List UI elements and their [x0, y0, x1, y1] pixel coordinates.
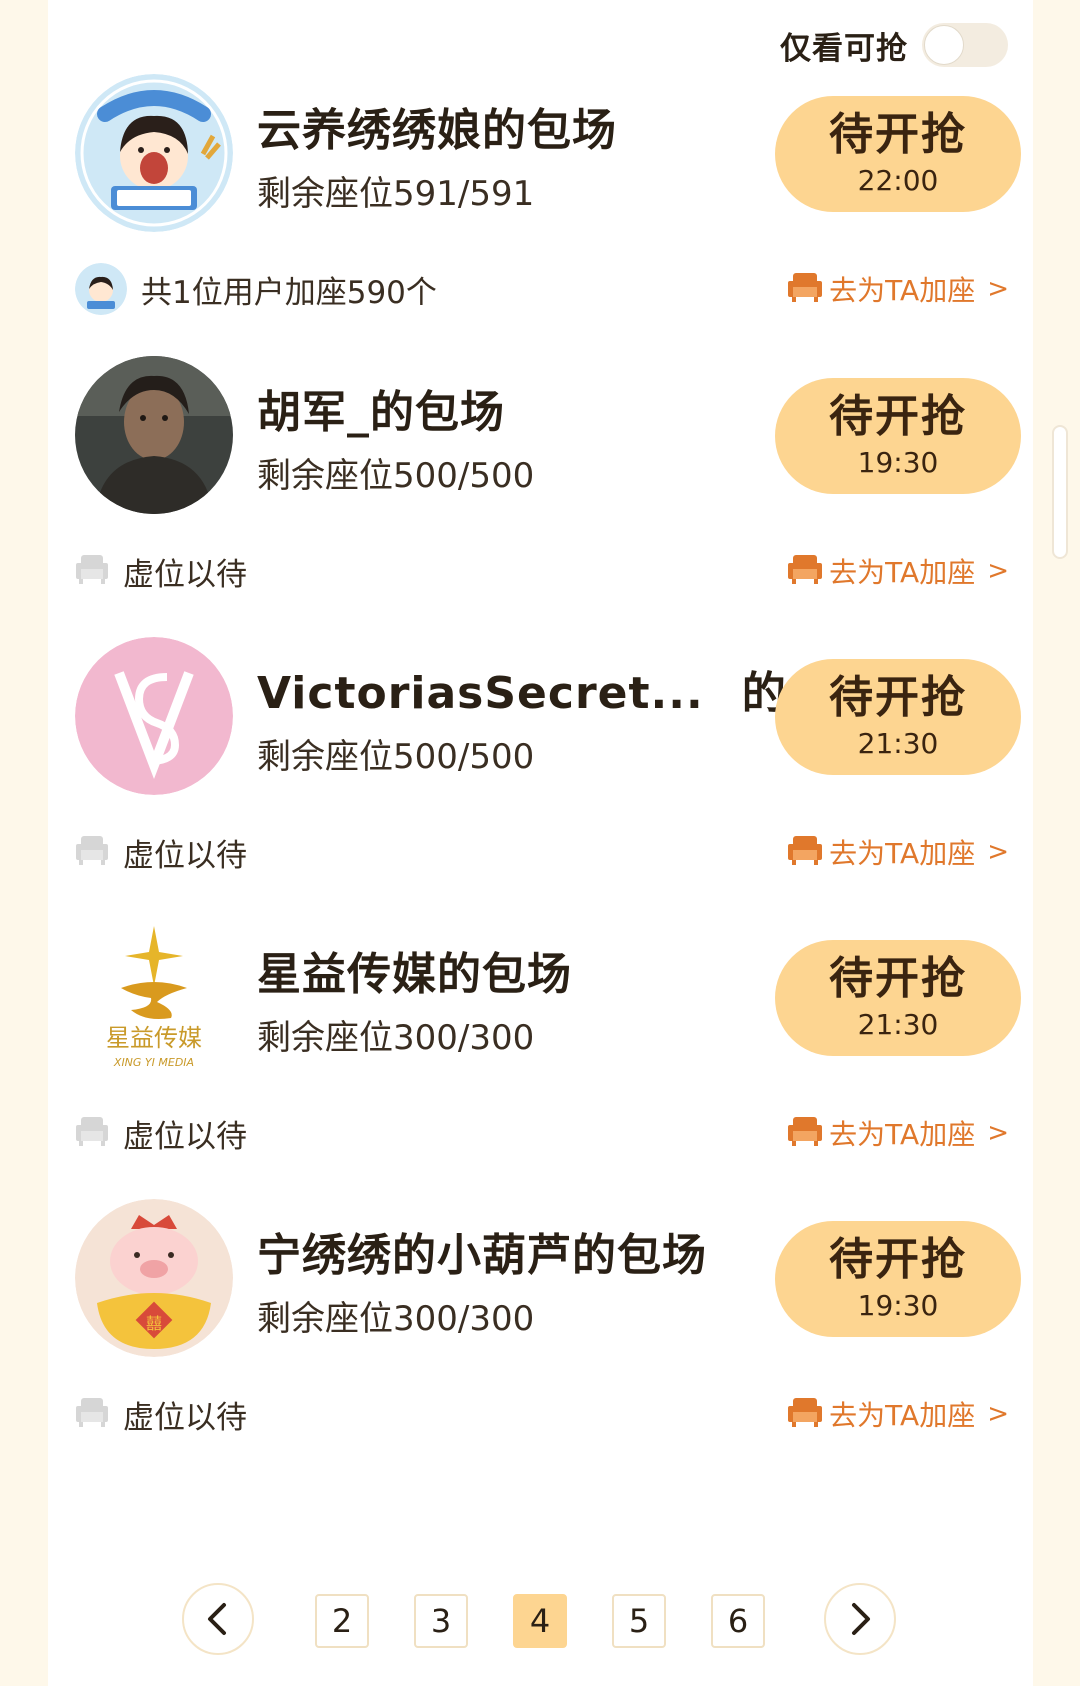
- add-seat-link-label: 去为TA加座: [829, 837, 976, 870]
- add-seat-link[interactable]: 去为TA加座 >: [787, 546, 1009, 596]
- add-seat-link[interactable]: 去为TA加座 >: [787, 827, 1009, 877]
- grab-button[interactable]: 待开抢 21:30: [775, 940, 1021, 1056]
- grab-time: 22:00: [857, 164, 939, 197]
- list-item[interactable]: 囍 宁绣绣的小葫芦的包场 剩余座位300/300 待开抢 19:30 虚位以待: [75, 1199, 1035, 1499]
- list-item[interactable]: 云养绣绣娘的包场 剩余座位591/591 待开抢 22:00 共1位用户加座59…: [75, 74, 1035, 374]
- chevron-right-icon: >: [987, 1399, 1009, 1429]
- list-item[interactable]: 星益传媒 XING YI MEDIA 星益传媒的包场 剩余座位300/300 待…: [75, 918, 1035, 1218]
- sofa-icon: [787, 1396, 823, 1432]
- grab-status: 待开抢: [829, 1234, 967, 1285]
- grab-button[interactable]: 待开抢 19:30: [775, 378, 1021, 494]
- seat-info: 虚位以待: [75, 1389, 247, 1439]
- item-title: 胡军_的包场: [257, 387, 505, 438]
- grab-status: 待开抢: [829, 672, 967, 723]
- toggle-knob: [924, 25, 964, 65]
- seat-info-text: 虚位以待: [123, 1399, 247, 1436]
- remaining-seats: 剩余座位500/500: [257, 456, 535, 496]
- prev-page-button[interactable]: [182, 1583, 254, 1655]
- item-title: 星益传媒的包场: [257, 949, 572, 1000]
- seat-info-text: 虚位以待: [123, 837, 247, 874]
- add-seat-link[interactable]: 去为TA加座 >: [787, 264, 1009, 314]
- avatar: [75, 356, 233, 514]
- scrollbar[interactable]: [1052, 425, 1068, 559]
- add-seat-link-label: 去为TA加座: [829, 556, 976, 589]
- only-available-filter: 仅看可抢: [780, 20, 1008, 70]
- item-title: 宁绣绣的小葫芦的包场: [257, 1230, 707, 1281]
- grab-button[interactable]: 待开抢 19:30: [775, 1221, 1021, 1337]
- chevron-right-icon: >: [987, 556, 1009, 586]
- logo-text: 星益传媒: [106, 1024, 202, 1052]
- empty-seat-icon: [75, 553, 109, 589]
- grab-time: 19:30: [857, 446, 939, 479]
- add-seat-link-label: 去为TA加座: [829, 1118, 976, 1151]
- grab-status: 待开抢: [829, 391, 967, 442]
- empty-seat-icon: [75, 1396, 109, 1432]
- avatar-badge-text: 囍: [146, 1314, 162, 1333]
- chevron-right-icon: >: [987, 837, 1009, 867]
- seat-info: 共1位用户加座590个: [75, 263, 437, 315]
- filter-label: 仅看可抢: [780, 30, 908, 67]
- remaining-seats: 剩余座位591/591: [257, 174, 535, 214]
- seat-info-text: 虚位以待: [123, 556, 247, 593]
- avatar: 囍: [75, 1199, 233, 1357]
- add-seat-link-label: 去为TA加座: [829, 1399, 976, 1432]
- only-available-toggle[interactable]: [922, 23, 1008, 67]
- chevron-right-icon: >: [987, 274, 1009, 304]
- page-button[interactable]: 3: [414, 1594, 468, 1648]
- next-page-button[interactable]: [824, 1583, 896, 1655]
- logo-subtext: XING YI MEDIA: [113, 1056, 194, 1069]
- grab-status: 待开抢: [829, 109, 967, 160]
- seat-info: 虚位以待: [75, 1108, 247, 1158]
- list-item[interactable]: VictoriasSecret...的包场 剩余座位500/500 待开抢 21…: [75, 637, 1035, 937]
- empty-seat-icon: [75, 1115, 109, 1151]
- chevron-left-icon: [208, 1603, 226, 1635]
- grab-status: 待开抢: [829, 953, 967, 1004]
- page-button[interactable]: 2: [315, 1594, 369, 1648]
- item-title: 云养绣绣娘的包场: [257, 105, 617, 156]
- add-seat-link[interactable]: 去为TA加座 >: [787, 1108, 1009, 1158]
- chevron-right-icon: [852, 1603, 870, 1635]
- seat-info: 虚位以待: [75, 546, 247, 596]
- seat-info-text: 虚位以待: [123, 1118, 247, 1155]
- avatar: [75, 74, 233, 232]
- mini-avatar: [75, 263, 127, 315]
- add-seat-link[interactable]: 去为TA加座 >: [787, 1389, 1009, 1439]
- remaining-seats: 剩余座位300/300: [257, 1018, 535, 1058]
- list-item[interactable]: 胡军_的包场 剩余座位500/500 待开抢 19:30 虚位以待 去为TA加座…: [75, 356, 1035, 656]
- sofa-icon: [787, 834, 823, 870]
- page-button[interactable]: 5: [612, 1594, 666, 1648]
- page-button-current[interactable]: 4: [513, 1594, 567, 1648]
- seat-info-text: 共1位用户加座590个: [141, 274, 437, 311]
- sofa-icon: [787, 1115, 823, 1151]
- empty-seat-icon: [75, 834, 109, 870]
- seat-info: 虚位以待: [75, 827, 247, 877]
- chevron-right-icon: >: [987, 1118, 1009, 1148]
- remaining-seats: 剩余座位500/500: [257, 737, 535, 777]
- add-seat-link-label: 去为TA加座: [829, 274, 976, 307]
- avatar: 星益传媒 XING YI MEDIA: [75, 918, 233, 1076]
- grab-time: 21:30: [857, 1008, 939, 1041]
- sofa-icon: [787, 271, 823, 307]
- page-button[interactable]: 6: [711, 1594, 765, 1648]
- pagination: 2 3 4 5 6: [0, 1583, 1080, 1659]
- item-title-name: VictoriasSecret...: [257, 668, 704, 719]
- grab-button[interactable]: 待开抢 22:00: [775, 96, 1021, 212]
- grab-time: 21:30: [857, 727, 939, 760]
- remaining-seats: 剩余座位300/300: [257, 1299, 535, 1339]
- avatar: [75, 637, 233, 795]
- sofa-icon: [787, 553, 823, 589]
- grab-time: 19:30: [857, 1289, 939, 1322]
- grab-button[interactable]: 待开抢 21:30: [775, 659, 1021, 775]
